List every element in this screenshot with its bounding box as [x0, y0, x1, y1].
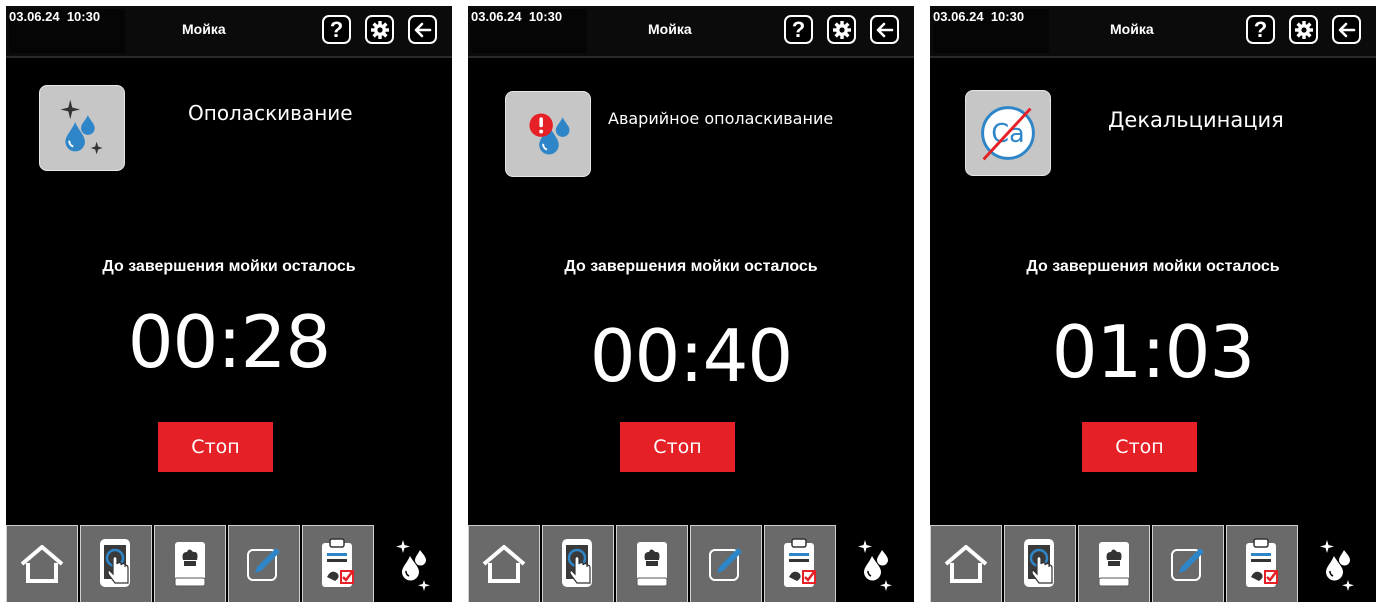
- tab-washing[interactable]: [378, 525, 450, 602]
- decalcification-icon: Ca: [981, 106, 1035, 161]
- gear-icon: [1294, 20, 1313, 39]
- help-button[interactable]: ?: [322, 15, 351, 44]
- tab-touch[interactable]: [1004, 525, 1076, 602]
- haccp-checklist-icon: [784, 538, 816, 587]
- back-button[interactable]: [1332, 15, 1361, 44]
- program-icon: Ca: [965, 90, 1051, 176]
- program-name: Аварийное ополаскивание: [608, 109, 834, 128]
- datetime: 03.06.24 10:30: [9, 9, 125, 53]
- emergency-rinse-icon: [529, 113, 570, 155]
- edit-icon: [247, 548, 280, 581]
- gear-icon: [370, 20, 389, 39]
- remaining-label: До завершения мойки осталось: [1026, 258, 1280, 275]
- rinse-drops-icon: [60, 99, 103, 155]
- touch-tablet-icon: [100, 539, 130, 587]
- page-title: Мойка: [1110, 21, 1154, 37]
- countdown-timer: 01:03: [1051, 310, 1256, 394]
- washing-drops-icon: [1320, 539, 1354, 591]
- tab-home[interactable]: [930, 525, 1002, 602]
- arrow-left-icon: [876, 22, 893, 37]
- countdown-timer: 00:40: [589, 314, 794, 398]
- back-button[interactable]: [408, 15, 437, 44]
- remaining-label: До завершения мойки осталось: [102, 258, 356, 275]
- program-name: Ополаскивание: [188, 101, 353, 125]
- cookbook-icon: [636, 542, 668, 587]
- page-title: Мойка: [182, 21, 226, 37]
- program-icon: [505, 91, 591, 177]
- home-icon: [20, 545, 64, 583]
- tab-cookbook[interactable]: [616, 525, 688, 602]
- edit-icon: [709, 548, 742, 581]
- tab-touch[interactable]: [542, 525, 614, 602]
- haccp-checklist-icon: [322, 538, 354, 587]
- cookbook-icon: [1098, 542, 1130, 587]
- tab-touch[interactable]: [80, 525, 152, 602]
- bottom-nav: [468, 525, 914, 602]
- help-button[interactable]: ?: [784, 15, 813, 44]
- tab-cookbook[interactable]: [154, 525, 226, 602]
- stop-button[interactable]: Стоп: [620, 422, 735, 472]
- screen-rinse: 03.06.24 10:30 Мойка ? Ополаскивание До …: [6, 6, 452, 602]
- remaining-label: До завершения мойки осталось: [564, 258, 818, 275]
- settings-button[interactable]: [827, 15, 856, 44]
- arrow-left-icon: [414, 22, 431, 37]
- tab-cookbook[interactable]: [1078, 525, 1150, 602]
- washing-drops-icon: [396, 539, 430, 591]
- datetime: 03.06.24 10:30: [933, 9, 1049, 53]
- stop-button[interactable]: Стоп: [1082, 422, 1197, 472]
- edit-icon: [1171, 548, 1204, 581]
- tab-haccp[interactable]: [1226, 525, 1298, 602]
- tab-edit[interactable]: [690, 525, 762, 602]
- top-bar: 03.06.24 10:30 Мойка ?: [930, 6, 1376, 58]
- bottom-nav: [930, 525, 1376, 602]
- home-icon: [944, 545, 988, 583]
- tab-home[interactable]: [6, 525, 78, 602]
- haccp-checklist-icon: [1246, 538, 1278, 587]
- washing-drops-icon: [858, 539, 892, 591]
- settings-button[interactable]: [1289, 15, 1318, 44]
- program-icon: [39, 85, 125, 171]
- help-icon: ?: [1253, 16, 1268, 42]
- top-bar: 03.06.24 10:30 Мойка ?: [468, 6, 914, 58]
- help-icon: ?: [329, 16, 344, 42]
- touch-tablet-icon: [1024, 539, 1054, 587]
- bottom-nav: [6, 525, 452, 602]
- tab-edit[interactable]: [228, 525, 300, 602]
- home-icon: [482, 545, 526, 583]
- help-button[interactable]: ?: [1246, 15, 1275, 44]
- tab-home[interactable]: [468, 525, 540, 602]
- settings-button[interactable]: [365, 15, 394, 44]
- stop-button[interactable]: Стоп: [158, 422, 273, 472]
- back-button[interactable]: [870, 15, 899, 44]
- tab-haccp[interactable]: [302, 525, 374, 602]
- cookbook-icon: [174, 542, 206, 587]
- page-title: Мойка: [648, 21, 692, 37]
- countdown-timer: 00:28: [127, 300, 332, 384]
- touch-tablet-icon: [562, 539, 592, 587]
- screen-emergency-rinse: 03.06.24 10:30 Мойка ? Аварийное ополаск…: [468, 6, 914, 602]
- screen-decalcification: 03.06.24 10:30 Мойка ? Ca Дека: [930, 6, 1376, 602]
- help-icon: ?: [791, 16, 806, 42]
- tab-edit[interactable]: [1152, 525, 1224, 602]
- gear-icon: [832, 20, 851, 39]
- tab-washing[interactable]: [1302, 525, 1374, 602]
- tab-haccp[interactable]: [764, 525, 836, 602]
- top-bar: 03.06.24 10:30 Мойка ?: [6, 6, 452, 58]
- program-name: Декальцинация: [1108, 108, 1284, 132]
- arrow-left-icon: [1338, 22, 1355, 37]
- tab-washing[interactable]: [840, 525, 912, 602]
- datetime: 03.06.24 10:30: [471, 9, 587, 53]
